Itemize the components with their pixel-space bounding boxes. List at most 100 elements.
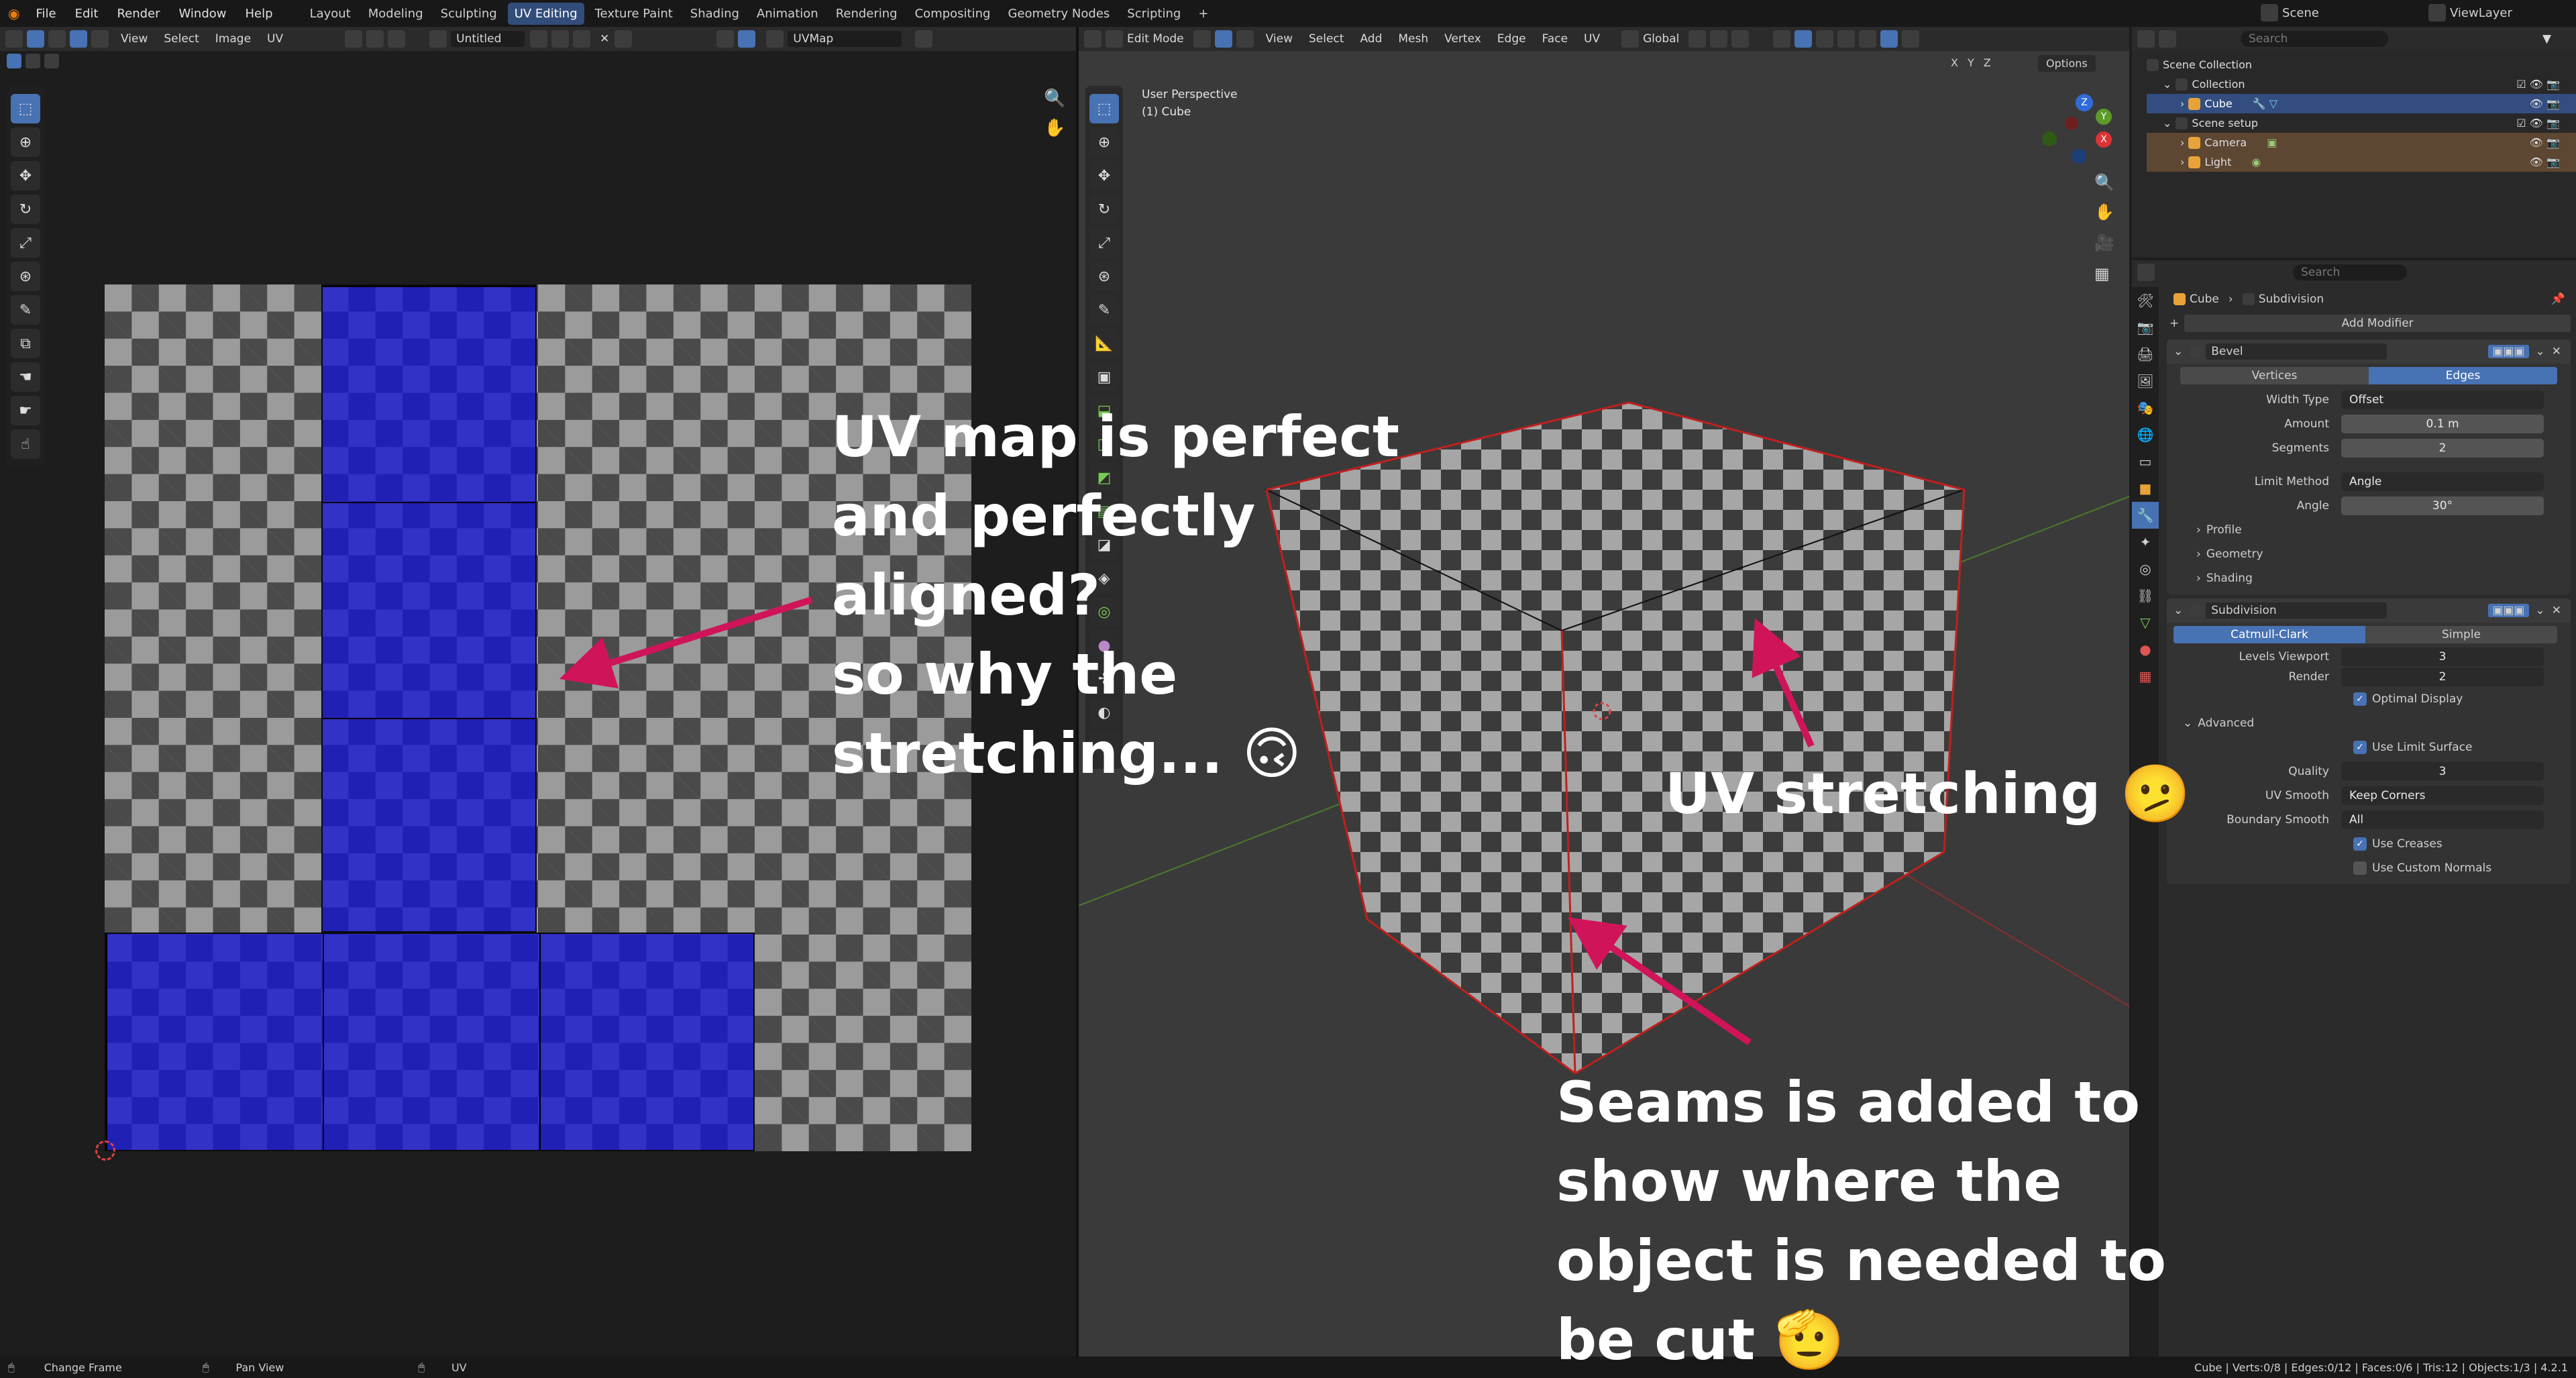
editor-type-icon[interactable] — [5, 30, 23, 48]
gizmo-neg-x-icon[interactable] — [2065, 117, 2078, 130]
output-tab-icon[interactable]: 🖨 — [2132, 341, 2159, 368]
render-tab-icon[interactable]: 📷 — [2132, 314, 2159, 341]
uv-menu-uv[interactable]: UV — [267, 32, 283, 46]
visibility-icon[interactable]: 👁 📷 — [2530, 156, 2560, 168]
new-image-icon[interactable] — [551, 30, 570, 48]
unlink-image-icon[interactable]: ✕ — [600, 32, 609, 46]
geometry-subpanel[interactable]: › Geometry — [2167, 542, 2571, 566]
tab-scripting[interactable]: Scripting — [1120, 3, 1187, 25]
object-tab-icon[interactable]: ■ — [2132, 475, 2159, 502]
move-tool-icon[interactable]: ✥ — [11, 161, 40, 191]
outliner-search[interactable]: Search — [2241, 31, 2388, 47]
bevel-name[interactable]: Bevel — [2206, 343, 2387, 360]
chevron-down-icon[interactable]: ⌄ — [2163, 117, 2171, 129]
uv-sticky-icon[interactable] — [716, 30, 735, 48]
subdivision-header[interactable]: ⌄ Subdivision ▣▣▣ ⌄ ✕ — [2167, 598, 2571, 623]
filter-icon[interactable]: ▼ — [2542, 32, 2551, 46]
levels-viewport-field[interactable]: 3 — [2341, 647, 2544, 666]
material-tab-icon[interactable]: ● — [2132, 636, 2159, 663]
zoom-nav-icon[interactable]: 🔍 — [1044, 89, 1065, 109]
menu-window[interactable]: Window — [179, 7, 227, 21]
pan-nav-icon[interactable]: ✋ — [1044, 118, 1065, 138]
world-tab-icon[interactable]: 🌐 — [2132, 421, 2159, 448]
modifier-menu-icon[interactable]: ⌄ — [2536, 345, 2545, 358]
rotate-tool-icon[interactable]: ↻ — [11, 195, 40, 224]
tab-shading[interactable]: Shading — [684, 3, 746, 25]
use-creases-checkbox[interactable]: ✓ — [2353, 837, 2367, 851]
uv-menu-select[interactable]: Select — [164, 32, 199, 46]
snap-icon[interactable] — [366, 30, 384, 48]
grab-tool-icon[interactable]: ☚ — [11, 362, 40, 392]
rotate-tool-icon[interactable]: ↻ — [1089, 195, 1119, 224]
menu-help[interactable]: Help — [246, 7, 273, 21]
optimal-display-checkbox[interactable]: ✓ — [2353, 692, 2367, 706]
tab-uv-editing[interactable]: UV Editing — [507, 2, 584, 25]
open-image-icon[interactable] — [573, 30, 591, 48]
uv-smooth-select[interactable]: Keep Corners — [2341, 786, 2544, 805]
move-tool-icon[interactable]: ✥ — [1089, 161, 1119, 191]
pivot-icon[interactable] — [345, 30, 363, 48]
outliner-row-cube[interactable]: › Cube 🔧 ▽ 👁 📷 — [2147, 94, 2576, 113]
select-tool-icon[interactable]: ⬚ — [1089, 94, 1119, 123]
image-name-field[interactable]: Untitled — [451, 31, 525, 47]
affect-vertices-button[interactable]: Vertices — [2180, 367, 2369, 384]
vertex-select-icon[interactable] — [48, 30, 66, 48]
subdivision-name[interactable]: Subdivision — [2206, 602, 2387, 619]
shading-subpanel[interactable]: › Shading — [2167, 566, 2571, 590]
ortho-toggle-icon[interactable]: ▦ — [2094, 264, 2110, 283]
fake-user-icon[interactable] — [530, 30, 548, 48]
uv-menu-view[interactable]: View — [121, 32, 148, 46]
tab-modeling[interactable]: Modeling — [362, 3, 430, 25]
constraints-tab-icon[interactable]: ⛓ — [2132, 582, 2159, 609]
display-channels-icon[interactable] — [915, 30, 933, 48]
outliner-row-collection[interactable]: ⌄ Collection ☑ 👁 📷 — [2147, 74, 2576, 94]
pin-icon[interactable]: 📌 — [2551, 293, 2565, 306]
properties-search[interactable]: Search — [2293, 264, 2407, 280]
tab-layout[interactable]: Layout — [303, 3, 358, 25]
navigation-gizmo[interactable]: Z Y X — [2042, 94, 2112, 164]
add-cube-tool-icon[interactable]: ▣ — [1089, 362, 1119, 392]
bevel-header[interactable]: ⌄ Bevel ▣▣▣ ⌄ ✕ — [2167, 339, 2571, 364]
blender-logo-icon[interactable]: ◉ — [8, 5, 19, 21]
pan-nav-icon[interactable]: ✋ — [2094, 203, 2114, 221]
affect-edges-button[interactable]: Edges — [2369, 367, 2557, 384]
gizmo-x-icon[interactable]: X — [2096, 131, 2112, 148]
remove-modifier-icon[interactable]: ✕ — [2552, 604, 2561, 617]
outliner-row-scene-setup[interactable]: ⌄ Scene setup ☑ 👁 📷 — [2147, 113, 2576, 133]
view-layer-tab-icon[interactable]: 🖼 — [2132, 368, 2159, 394]
visibility-icon[interactable]: 👁 📷 — [2530, 97, 2560, 110]
outliner-row-camera[interactable]: › Camera ▣ 👁 📷 — [2147, 133, 2576, 152]
chevron-down-icon[interactable]: ⌄ — [2163, 78, 2171, 91]
editor-type-icon[interactable] — [2137, 264, 2155, 281]
visibility-icon[interactable]: 👁 📷 — [2530, 136, 2560, 149]
pinch-tool-icon[interactable]: ☝ — [11, 429, 40, 459]
scene-selector[interactable]: Scene — [2261, 4, 2319, 21]
edge-select-icon[interactable] — [70, 30, 87, 48]
boundary-smooth-select[interactable]: All — [2341, 810, 2544, 829]
collection-tab-icon[interactable]: ▭ — [2132, 448, 2159, 475]
cursor-tool-icon[interactable]: ⊕ — [1089, 127, 1119, 157]
edit-mode-toggle-icon[interactable]: ▣▣▣ — [2488, 345, 2529, 358]
overlay-icon[interactable] — [738, 30, 756, 48]
menu-render[interactable]: Render — [117, 7, 160, 21]
uv-2d-cursor[interactable] — [95, 1141, 115, 1161]
select-extend-icon[interactable] — [25, 54, 40, 68]
add-modifier-button[interactable]: Add Modifier — [2184, 315, 2571, 332]
scene-tab-icon[interactable]: 🎭 — [2132, 394, 2159, 421]
uv-sync-icon[interactable] — [27, 30, 44, 48]
rip-tool-icon[interactable]: ⧉ — [11, 329, 40, 358]
width-type-select[interactable]: Offset — [2341, 390, 2544, 409]
pin-icon[interactable] — [614, 30, 633, 48]
uvmap-field[interactable]: UVMap — [788, 31, 902, 47]
use-custom-normals-checkbox[interactable] — [2353, 861, 2367, 875]
gizmo-z-icon[interactable]: Z — [2076, 94, 2093, 111]
face-select-icon[interactable] — [91, 30, 109, 48]
chevron-right-icon[interactable]: › — [2180, 97, 2184, 110]
select-tool-icon[interactable]: ⬚ — [11, 94, 40, 123]
tab-animation[interactable]: Animation — [750, 3, 825, 25]
gizmo-neg-y-icon[interactable] — [2042, 131, 2057, 146]
add-workspace-button[interactable]: + — [1191, 3, 1215, 25]
chevron-down-icon[interactable]: ⌄ — [2174, 604, 2183, 617]
annotate-tool-icon[interactable]: ✎ — [1089, 295, 1119, 325]
modifier-tab-icon[interactable]: 🔧 — [2132, 502, 2159, 529]
